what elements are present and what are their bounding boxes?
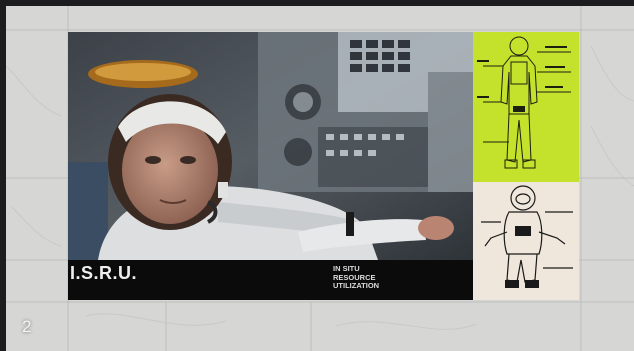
- caption-desc-line: UTILIZATION: [333, 281, 380, 290]
- seated-astronaut-panel: [473, 182, 579, 300]
- seated-astronaut-sketch-icon: [481, 185, 573, 288]
- spacesuit-schematic-panel: [473, 32, 579, 182]
- side-panel: [473, 32, 579, 300]
- astronaut-photo: [68, 32, 473, 260]
- film-frame: I.S.R.U. IN SITU RESOURCE UTILIZATION: [68, 32, 473, 300]
- slide-number: 2: [22, 317, 32, 336]
- caption-title: I.S.R.U.: [70, 263, 138, 283]
- slideshow-stage: I.S.R.U. IN SITU RESOURCE UTILIZATION 2: [6, 6, 634, 351]
- spacesuit-schematic-icon: [477, 36, 571, 169]
- caption-bar: I.S.R.U. IN SITU RESOURCE UTILIZATION: [68, 260, 473, 300]
- caption-description: IN SITU RESOURCE UTILIZATION: [333, 264, 423, 291]
